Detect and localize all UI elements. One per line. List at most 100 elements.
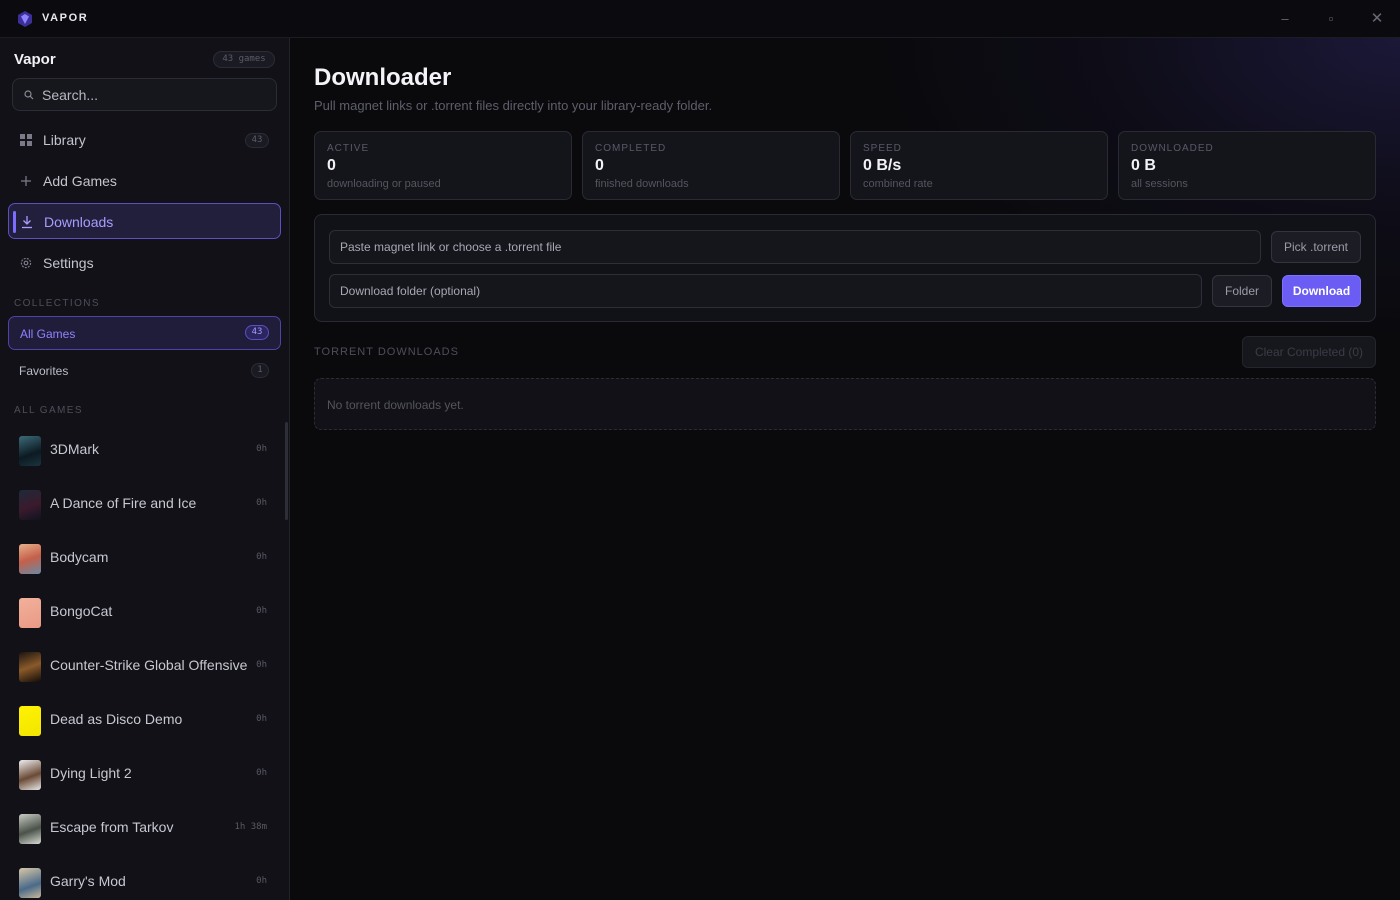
library-count-badge: 43 xyxy=(245,133,269,148)
stat-card-completed: COMPLETED 0 finished downloads xyxy=(582,131,840,200)
magnet-field[interactable] xyxy=(329,230,1261,264)
game-item[interactable]: Bodycam 0h xyxy=(8,529,278,583)
magnet-input[interactable] xyxy=(330,231,1260,263)
stat-caption: combined rate xyxy=(863,178,933,190)
collection-all-games[interactable]: All Games xyxy=(8,316,281,350)
search-box[interactable] xyxy=(12,78,277,111)
stat-value: 0 xyxy=(327,157,336,174)
game-thumbnail xyxy=(19,652,41,682)
stat-value: 0 xyxy=(595,157,604,174)
game-name: Garry's Mod xyxy=(50,873,126,889)
gear-icon xyxy=(20,257,32,269)
nav-settings[interactable]: Settings xyxy=(8,245,281,281)
stat-caption: downloading or paused xyxy=(327,178,441,190)
game-thumbnail xyxy=(19,436,41,466)
game-item[interactable]: 3DMark 0h xyxy=(8,421,278,475)
game-item[interactable]: Dead as Disco Demo 0h xyxy=(8,691,278,745)
title-bar: VAPOR – ▫ ✕ xyxy=(0,0,1400,38)
sidebar-scrollbar[interactable] xyxy=(285,422,288,520)
vapor-logo-icon xyxy=(18,11,32,27)
stat-label: SPEED xyxy=(863,143,902,154)
active-indicator xyxy=(13,211,16,233)
game-item[interactable]: BongoCat 0h xyxy=(8,583,278,637)
stat-card-downloaded: DOWNLOADED 0 B all sessions xyxy=(1118,131,1376,200)
game-name: A Dance of Fire and Ice xyxy=(50,495,197,511)
game-thumbnail xyxy=(19,598,41,628)
nav-library[interactable]: Library xyxy=(8,122,281,158)
game-count-badge: 43 games xyxy=(213,51,275,68)
search-icon xyxy=(24,90,34,100)
download-icon xyxy=(22,216,32,229)
game-playtime: 0h xyxy=(256,498,267,508)
download-form: Pick .torrent Folder Download xyxy=(314,214,1376,322)
game-playtime: 0h xyxy=(256,552,267,562)
collection-favorites-label: Favorites xyxy=(19,364,69,378)
nav-downloads[interactable]: Downloads xyxy=(8,203,281,239)
stat-card-active: ACTIVE 0 downloading or paused xyxy=(314,131,572,200)
game-thumbnail xyxy=(19,490,41,520)
sidebar: Vapor 43 games Library 43 Add Games Down… xyxy=(0,38,290,900)
favorites-count-badge: 1 xyxy=(251,363,269,378)
collections-header: COLLECTIONS xyxy=(14,298,100,309)
game-playtime: 0h xyxy=(256,768,267,778)
nav-add-games[interactable]: Add Games xyxy=(8,163,281,199)
game-playtime: 0h xyxy=(256,876,267,886)
collection-all-games-label: All Games xyxy=(20,327,76,341)
stat-label: DOWNLOADED xyxy=(1131,143,1214,154)
game-playtime: 0h xyxy=(256,444,267,454)
game-playtime: 0h xyxy=(256,660,267,670)
nav-library-label: Library xyxy=(43,132,86,148)
game-name: Counter-Strike Global Offensive xyxy=(50,657,248,673)
all-games-count-badge: 43 xyxy=(245,325,269,340)
folder-field[interactable] xyxy=(329,274,1202,308)
game-name: 3DMark xyxy=(50,441,100,457)
game-thumbnail xyxy=(19,814,41,844)
game-item[interactable]: Garry's Mod 0h xyxy=(8,853,278,900)
main-content: Downloader Pull magnet links or .torrent… xyxy=(290,38,1400,900)
game-item[interactable]: Counter-Strike Global Offensive 0h xyxy=(8,637,278,691)
game-item[interactable]: A Dance of Fire and Ice 0h xyxy=(8,475,278,529)
stat-card-speed: SPEED 0 B/s combined rate xyxy=(850,131,1108,200)
game-playtime: 1h 38m xyxy=(234,822,267,832)
minimize-button[interactable]: – xyxy=(1273,8,1297,30)
plus-icon xyxy=(21,176,31,186)
game-thumbnail xyxy=(19,544,41,574)
app-name: VAPOR xyxy=(42,12,89,24)
empty-state: No torrent downloads yet. xyxy=(314,378,1376,430)
close-button[interactable]: ✕ xyxy=(1365,8,1389,30)
game-item[interactable]: Escape from Tarkov 1h 38m xyxy=(8,799,278,853)
stat-label: COMPLETED xyxy=(595,143,667,154)
pick-torrent-button[interactable]: Pick .torrent xyxy=(1271,231,1361,263)
torrent-downloads-header: TORRENT DOWNLOADS xyxy=(314,346,459,358)
game-name: Bodycam xyxy=(50,549,109,565)
maximize-button[interactable]: ▫ xyxy=(1319,8,1343,30)
game-playtime: 0h xyxy=(256,714,267,724)
folder-button[interactable]: Folder xyxy=(1212,275,1272,307)
page-subtitle: Pull magnet links or .torrent files dire… xyxy=(314,98,713,113)
stat-value: 0 B xyxy=(1131,157,1156,174)
game-name: Dying Light 2 xyxy=(50,765,132,781)
collection-favorites[interactable]: Favorites xyxy=(8,354,281,388)
all-games-header: ALL GAMES xyxy=(14,405,83,416)
clear-completed-button[interactable]: Clear Completed (0) xyxy=(1242,336,1376,368)
game-item[interactable]: Dying Light 2 0h xyxy=(8,745,278,799)
folder-input[interactable] xyxy=(330,275,1201,307)
stat-caption: all sessions xyxy=(1131,178,1188,190)
download-button[interactable]: Download xyxy=(1282,275,1361,307)
stat-value: 0 B/s xyxy=(863,157,902,174)
grid-icon xyxy=(20,134,32,146)
empty-state-text: No torrent downloads yet. xyxy=(327,398,464,412)
game-thumbnail xyxy=(19,706,41,736)
game-playtime: 0h xyxy=(256,606,267,616)
nav-settings-label: Settings xyxy=(43,255,94,271)
game-name: BongoCat xyxy=(50,603,113,619)
nav-downloads-label: Downloads xyxy=(44,214,114,230)
game-name: Escape from Tarkov xyxy=(50,819,174,835)
search-input[interactable] xyxy=(42,79,272,110)
sidebar-title: Vapor xyxy=(14,51,56,68)
stat-caption: finished downloads xyxy=(595,178,689,190)
page-title: Downloader xyxy=(314,64,452,91)
game-name: Dead as Disco Demo xyxy=(50,711,183,727)
nav-add-games-label: Add Games xyxy=(43,173,117,189)
game-thumbnail xyxy=(19,760,41,790)
